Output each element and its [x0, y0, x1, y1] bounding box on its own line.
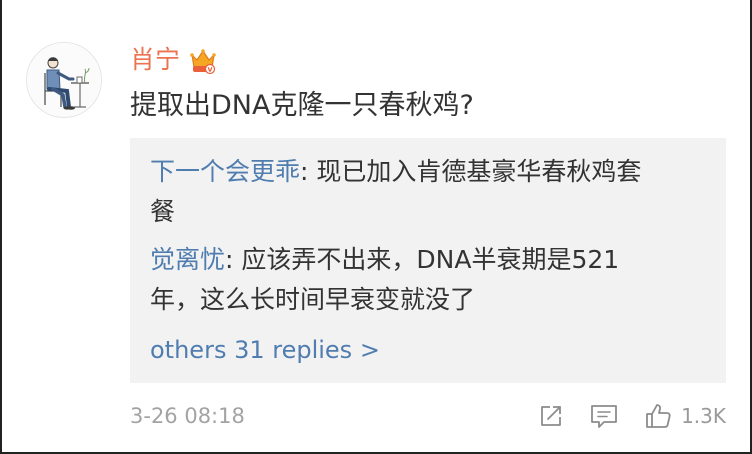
- reply-item[interactable]: 下一个会更乖: 现已加入肯德基豪华春秋鸡套 餐: [150, 152, 710, 232]
- action-bar: 1.3K: [513, 398, 726, 434]
- reply-item[interactable]: 觉离忧: 应该弄不出来，DNA半衰期是521 年，这么长时间早衰变就没了: [150, 240, 710, 320]
- username-row: 肖宁: [130, 42, 218, 78]
- reply-text-continued: 餐: [150, 197, 176, 226]
- avatar[interactable]: [26, 42, 102, 118]
- reply-author[interactable]: 觉离忧: [150, 245, 225, 274]
- username[interactable]: 肖宁: [130, 42, 180, 78]
- vip-crown-icon[interactable]: [188, 45, 218, 75]
- reply-text-continued: 年，这么长时间早衰变就没了: [150, 285, 476, 314]
- reply-separator: :: [300, 157, 317, 186]
- replies-box[interactable]: 下一个会更乖: 现已加入肯德基豪华春秋鸡套 餐 觉离忧: 应该弄不出来，DNA半…: [130, 138, 726, 383]
- reply-text: 应该弄不出来，DNA半衰期是521: [241, 245, 620, 274]
- reply-line: 觉离忧: 应该弄不出来，DNA半衰期是521: [150, 240, 710, 280]
- comment-icon: [591, 405, 617, 428]
- like-count: 1.3K: [681, 404, 726, 428]
- share-button[interactable]: [537, 398, 565, 434]
- avatar-illustration: [27, 43, 101, 117]
- more-replies-link[interactable]: others 31 replies >: [150, 330, 380, 370]
- timestamp: 3-26 08:18: [130, 404, 245, 428]
- reply-author[interactable]: 下一个会更乖: [150, 157, 300, 186]
- reply-line: 下一个会更乖: 现已加入肯德基豪华春秋鸡套: [150, 152, 710, 192]
- thumbs-up-icon: [646, 404, 671, 428]
- share-icon: [541, 406, 561, 426]
- reply-separator: :: [225, 245, 242, 274]
- like-button[interactable]: 1.3K: [643, 398, 726, 434]
- comment-button[interactable]: [589, 398, 619, 434]
- reply-text: 现已加入肯德基豪华春秋鸡套: [316, 157, 642, 186]
- comment-text: 提取出DNA克隆一只春秋鸡?: [130, 90, 474, 121]
